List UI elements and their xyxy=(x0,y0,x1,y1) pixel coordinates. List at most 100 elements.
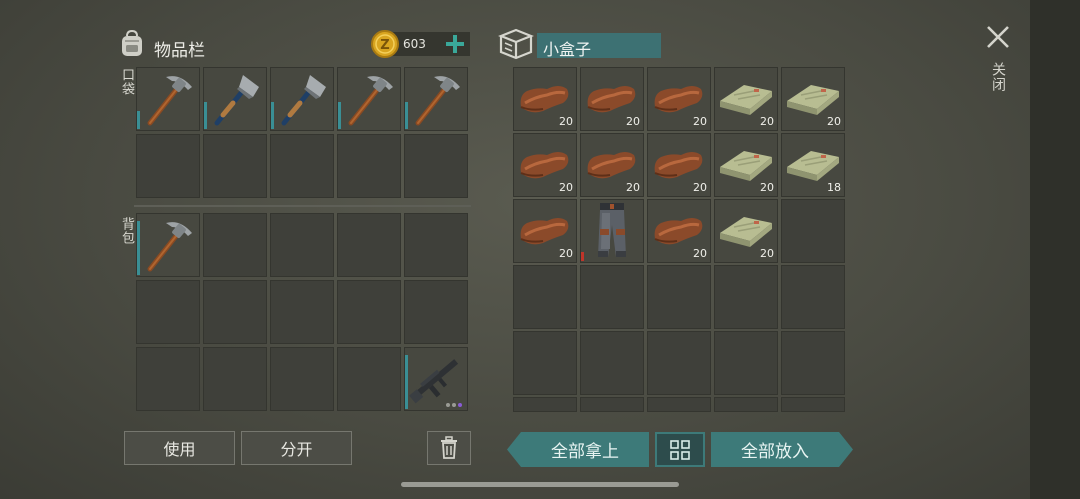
put-all-button[interactable]: 全部放入 xyxy=(711,432,853,467)
container-slot[interactable]: 20 xyxy=(781,67,845,131)
backpack-slot[interactable] xyxy=(203,213,267,277)
add-coins-plus-icon[interactable] xyxy=(444,33,466,55)
container-slot[interactable] xyxy=(580,199,644,263)
backpack-slot[interactable] xyxy=(136,347,200,411)
pocket-slot[interactable] xyxy=(404,134,468,198)
pocket-slot[interactable] xyxy=(270,134,334,198)
trash-button[interactable] xyxy=(427,431,471,465)
container-slot[interactable] xyxy=(580,331,644,395)
container-slot[interactable]: 20 xyxy=(580,67,644,131)
container-slot[interactable]: 20 xyxy=(513,67,577,131)
container-slot[interactable] xyxy=(580,397,644,412)
item-quantity: 20 xyxy=(626,181,640,194)
container-title: 小盒子 xyxy=(543,40,592,59)
close-label[interactable]: 关闭 xyxy=(988,62,1008,92)
durability-bar xyxy=(338,102,341,129)
container-title-field[interactable]: 小盒子 xyxy=(537,33,661,59)
pickaxe-icon xyxy=(415,76,460,126)
backpack-slot[interactable] xyxy=(404,347,468,411)
pickaxe-icon xyxy=(348,76,393,126)
backpack-slot[interactable] xyxy=(270,280,334,344)
container-slot[interactable]: 20 xyxy=(647,133,711,197)
take-all-button[interactable]: 全部拿上 xyxy=(507,432,649,467)
backpack-slot[interactable] xyxy=(270,347,334,411)
pocket-slot[interactable] xyxy=(337,67,401,131)
pants-icon xyxy=(598,203,626,257)
container-slot[interactable] xyxy=(647,331,711,395)
item-quantity: 20 xyxy=(827,115,841,128)
hatchet-icon xyxy=(214,75,259,126)
svg-text:Z: Z xyxy=(380,38,389,53)
sort-grid-button[interactable] xyxy=(655,432,705,467)
durability-bar xyxy=(137,221,140,275)
backpack-slot[interactable] xyxy=(337,213,401,277)
pocket-label: 口袋 xyxy=(119,68,134,96)
pickaxe-icon xyxy=(147,222,192,272)
container-slot[interactable]: 20 xyxy=(580,133,644,197)
container-slot[interactable] xyxy=(781,397,845,412)
coin-icon: Z xyxy=(370,29,400,59)
trash-icon xyxy=(441,436,457,459)
item-quantity: 20 xyxy=(760,247,774,260)
backpack-slot[interactable] xyxy=(404,213,468,277)
pocket-slot[interactable] xyxy=(404,67,468,131)
hatchet-icon xyxy=(281,75,326,126)
close-icon[interactable] xyxy=(985,24,1011,50)
pocket-slot[interactable] xyxy=(337,134,401,198)
pocket-slot[interactable] xyxy=(270,67,334,131)
item-quantity: 20 xyxy=(760,181,774,194)
pocket-slot[interactable] xyxy=(136,67,200,131)
container-slot[interactable]: 20 xyxy=(513,199,577,263)
pocket-slot[interactable] xyxy=(203,134,267,198)
item-quantity: 20 xyxy=(626,115,640,128)
backpack-slot[interactable] xyxy=(136,280,200,344)
durability-bar xyxy=(405,355,408,409)
container-slot[interactable] xyxy=(781,265,845,329)
rifle-icon xyxy=(409,359,462,407)
container-slot[interactable]: 20 xyxy=(647,199,711,263)
container-slot[interactable]: 20 xyxy=(647,67,711,131)
container-slot[interactable]: 20 xyxy=(714,133,778,197)
container-slot[interactable]: 20 xyxy=(513,133,577,197)
inventory-title: 物品栏 xyxy=(154,41,205,61)
container-slot[interactable] xyxy=(714,397,778,412)
put-all-label: 全部放入 xyxy=(741,442,809,462)
coin-count: 603 xyxy=(403,37,426,51)
container-slot[interactable]: 18 xyxy=(781,133,845,197)
container-slot[interactable] xyxy=(647,265,711,329)
container-slot[interactable] xyxy=(714,331,778,395)
item-quantity: 20 xyxy=(693,115,707,128)
section-divider xyxy=(134,205,471,207)
container-slot[interactable] xyxy=(781,331,845,395)
item-quantity: 20 xyxy=(760,115,774,128)
item-quantity: 20 xyxy=(559,247,573,260)
take-all-label: 全部拿上 xyxy=(551,442,619,462)
container-slot[interactable] xyxy=(580,265,644,329)
durability-bar xyxy=(204,102,207,129)
use-button[interactable]: 使用 xyxy=(124,431,235,465)
container-slot[interactable]: 20 xyxy=(714,67,778,131)
container-slot[interactable] xyxy=(513,397,577,412)
container-slot[interactable] xyxy=(781,199,845,263)
container-slot[interactable] xyxy=(714,265,778,329)
backpack-slot[interactable] xyxy=(337,280,401,344)
home-indicator-bar xyxy=(401,482,679,487)
backpack-slot[interactable] xyxy=(404,280,468,344)
backpack-slot[interactable] xyxy=(203,347,267,411)
durability-bar xyxy=(137,111,140,129)
container-slot[interactable] xyxy=(513,265,577,329)
container-slot[interactable] xyxy=(513,331,577,395)
pocket-slot[interactable] xyxy=(136,134,200,198)
item-quantity: 20 xyxy=(559,115,573,128)
container-slot[interactable]: 20 xyxy=(714,199,778,263)
backpack-slot[interactable] xyxy=(203,280,267,344)
pocket-slot[interactable] xyxy=(203,67,267,131)
container-slot[interactable] xyxy=(647,397,711,412)
item-quantity: 20 xyxy=(693,247,707,260)
backpack-slot[interactable] xyxy=(136,213,200,277)
item-quantity: 20 xyxy=(693,181,707,194)
durability-bar xyxy=(581,252,584,261)
backpack-slot[interactable] xyxy=(270,213,334,277)
backpack-slot[interactable] xyxy=(337,347,401,411)
split-button[interactable]: 分开 xyxy=(241,431,352,465)
